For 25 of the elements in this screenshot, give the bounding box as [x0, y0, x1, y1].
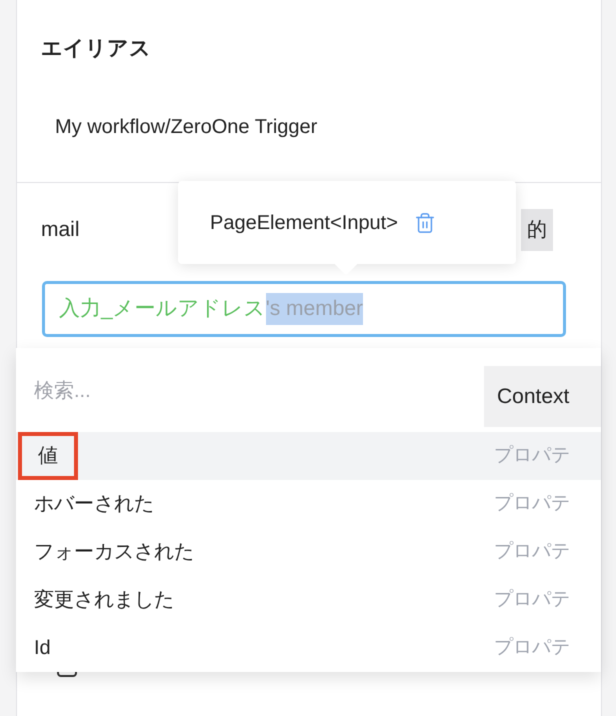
- item-type: プロパテ: [494, 588, 571, 612]
- popover-text: PageElement<Input>: [210, 210, 398, 236]
- item-type: プロパテ: [494, 540, 571, 564]
- item-label: 値: [18, 432, 78, 480]
- item-type: プロパテ: [494, 492, 571, 516]
- variable-text: 入力_メールアドレス: [59, 296, 266, 322]
- selected-text: 's member: [266, 293, 364, 325]
- context-tab[interactable]: Context: [484, 366, 601, 427]
- menu-item[interactable]: フォーカスされた プロパテ: [16, 528, 601, 576]
- menu-item[interactable]: Id プロパテ: [16, 624, 601, 672]
- type-badge: 的: [521, 209, 553, 251]
- item-label: ホバーされた: [33, 492, 155, 517]
- menu-item[interactable]: 変更されました プロパテ: [16, 576, 601, 624]
- item-type: プロパテ: [494, 636, 571, 660]
- item-type: プロパテ: [494, 444, 571, 468]
- search-field[interactable]: 検索...: [34, 374, 484, 408]
- menu-item[interactable]: ホバーされた プロパテ: [16, 480, 601, 528]
- alias-text: My workflow/ZeroOne Trigger: [55, 114, 318, 140]
- item-label: 変更されました: [33, 588, 175, 613]
- delete-icon[interactable]: [414, 212, 436, 234]
- item-label: フォーカスされた: [33, 540, 195, 565]
- field-label: mail: [41, 217, 80, 244]
- section-title: エイリアス: [41, 36, 152, 62]
- item-label: Id: [33, 636, 52, 661]
- menu-item[interactable]: 値 プロパテ: [16, 432, 601, 480]
